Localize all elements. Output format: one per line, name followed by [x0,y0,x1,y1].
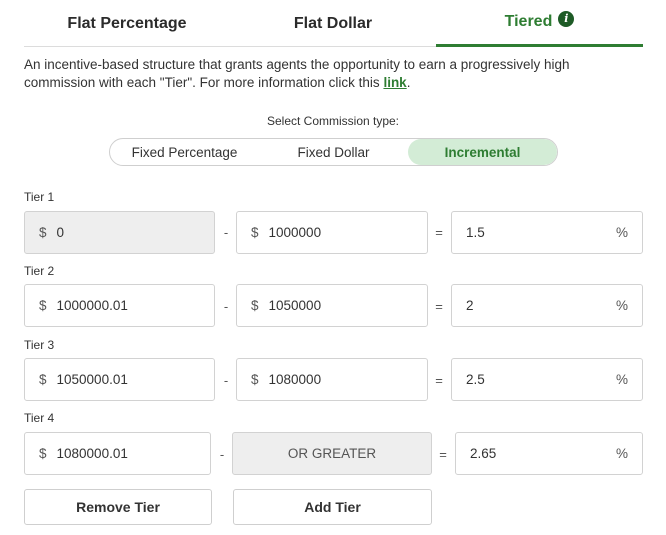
currency-symbol: $ [39,298,47,313]
tier-from-value: 1050000.01 [56,372,128,387]
percent-symbol: % [615,372,628,387]
tab-label: Flat Dollar [293,14,373,32]
range-dash: - [223,299,229,314]
description-text: An incentive-based structure that grants… [24,57,570,90]
description-suffix: . [406,75,411,90]
tier-to-field[interactable]: $ 1000000 [236,211,428,254]
tier-from-value: 0 [56,225,65,240]
currency-symbol: $ [251,372,259,387]
range-dash: - [219,447,225,462]
commission-type-label: Select Commission type: [266,114,400,128]
or-greater-field: OR GREATER [232,432,432,475]
percent-symbol: % [615,446,628,461]
currency-symbol: $ [39,372,47,387]
tab-tiered[interactable]: Tiered i [436,0,643,47]
tier-from-field[interactable]: $ 1080000.01 [24,432,211,475]
tier-from-field[interactable]: $ 1050000.01 [24,358,215,401]
commission-type-toggle: Fixed Percentage Fixed Dollar Incrementa… [109,138,558,166]
tier-label: Tier 1 [24,190,55,204]
more-info-link[interactable]: link [383,75,406,90]
currency-symbol: $ [39,225,47,240]
info-icon[interactable]: i [558,11,575,27]
percent-symbol: % [615,225,628,240]
option-incremental[interactable]: Incremental [408,139,557,165]
tab-flat-percentage[interactable]: Flat Percentage [24,0,230,47]
tier-to-value: 1000000 [268,225,322,240]
equals-sign: = [435,299,443,314]
tier-from-field[interactable]: $ 1000000.01 [24,284,215,327]
tier-to-field[interactable]: $ 1050000 [236,284,428,327]
tier-rate-field[interactable]: 2.65 % [455,432,643,475]
remove-tier-button[interactable]: Remove Tier [24,489,212,525]
equals-sign: = [435,225,443,240]
currency-symbol: $ [251,298,259,313]
tier-rate-value: 2.5 [466,372,485,387]
tier-label: Tier 3 [24,338,55,352]
tab-label: Flat Percentage [67,14,187,32]
option-fixed-percentage[interactable]: Fixed Percentage [110,139,259,165]
tier-from-field: $ 0 [24,211,215,254]
percent-symbol: % [615,298,628,313]
tier-rate-value: 1.5 [466,225,485,240]
tier-to-field[interactable]: $ 1080000 [236,358,428,401]
tier-label: Tier 4 [24,411,55,425]
tier-to-value: 1080000 [268,372,322,387]
tier-label: Tier 2 [24,264,55,278]
add-tier-button[interactable]: Add Tier [233,489,432,525]
or-greater-text: OR GREATER [287,446,377,461]
tiered-description: An incentive-based structure that grants… [24,56,636,92]
currency-symbol: $ [39,446,47,461]
tier-rate-field[interactable]: 2.5 % [451,358,643,401]
tier-rate-field[interactable]: 2 % [451,284,643,327]
currency-symbol: $ [251,225,259,240]
tier-from-value: 1000000.01 [56,298,128,313]
range-dash: - [223,225,229,240]
option-fixed-dollar[interactable]: Fixed Dollar [259,139,408,165]
tab-flat-dollar[interactable]: Flat Dollar [230,0,436,47]
equals-sign: = [439,447,447,462]
tier-rate-field[interactable]: 1.5 % [451,211,643,254]
tab-bar: Flat Percentage Flat Dollar Tiered i [24,0,643,47]
equals-sign: = [435,373,443,388]
tier-from-value: 1080000.01 [56,446,128,461]
tab-label: Tiered [504,13,553,30]
tier-to-value: 1050000 [268,298,322,313]
tier-rate-value: 2 [466,298,474,313]
tier-rate-value: 2.65 [470,446,497,461]
range-dash: - [223,373,229,388]
